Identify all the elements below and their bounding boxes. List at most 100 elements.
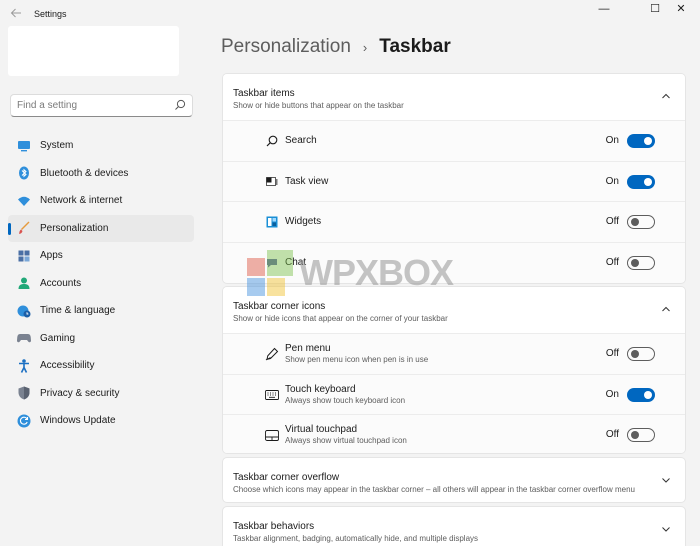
bluetooth-icon bbox=[17, 166, 31, 180]
sidebar-item-gaming[interactable]: Gaming bbox=[8, 325, 194, 353]
corner-overflow-section[interactable]: Taskbar corner overflow Choose which ico… bbox=[222, 457, 686, 503]
sidebar-item-label: System bbox=[40, 140, 74, 152]
sidebar-item-windows-update[interactable]: Windows Update bbox=[8, 407, 194, 435]
touchpad-icon bbox=[265, 428, 279, 442]
sidebar-item-personalization[interactable]: Personalization bbox=[8, 214, 194, 242]
chevron-up-icon[interactable] bbox=[661, 304, 671, 314]
sidebar-item-system[interactable]: System bbox=[8, 132, 194, 160]
toggle-knob bbox=[631, 350, 639, 358]
toggle-knob bbox=[631, 431, 639, 439]
sidebar-item-bluetooth[interactable]: Bluetooth & devices bbox=[8, 160, 194, 188]
sidebar-item-label: Gaming bbox=[40, 332, 76, 344]
section-description: Choose which icons may appear in the tas… bbox=[233, 485, 635, 494]
setting-row-chat: Chat Off bbox=[223, 241, 685, 282]
toggle-state: On bbox=[605, 175, 619, 187]
setting-description: Show pen menu icon when pen is in use bbox=[285, 355, 429, 364]
gamepad-icon bbox=[17, 331, 31, 345]
toggle-state: Off bbox=[605, 429, 619, 440]
sidebar-item-label: Personalization bbox=[40, 222, 109, 234]
sidebar-item-label: Time & language bbox=[40, 305, 116, 317]
sidebar-item-network[interactable]: Network & internet bbox=[8, 187, 194, 215]
chevron-down-icon[interactable] bbox=[661, 475, 671, 485]
chevron-down-icon[interactable] bbox=[661, 524, 671, 534]
section-description: Show or hide icons that appear on the co… bbox=[233, 314, 448, 323]
touch-keyboard-toggle[interactable] bbox=[627, 387, 655, 402]
breadcrumb-separator: › bbox=[362, 39, 368, 55]
accessibility-icon bbox=[17, 358, 31, 373]
toggle-state: Off bbox=[605, 216, 619, 227]
section-title: Taskbar corner overflow bbox=[233, 472, 340, 483]
setting-description: Always show touch keyboard icon bbox=[285, 395, 406, 405]
section-title: Taskbar items bbox=[233, 88, 295, 99]
setting-row-task-view: Task view On bbox=[223, 160, 685, 201]
sidebar-item-accounts[interactable]: Accounts bbox=[8, 270, 194, 298]
sidebar-item-label: Accessibility bbox=[40, 360, 95, 372]
user-profile-card[interactable] bbox=[8, 26, 179, 76]
chat-toggle[interactable] bbox=[627, 255, 655, 270]
setting-label: Chat bbox=[285, 256, 307, 268]
setting-label: Search bbox=[285, 135, 317, 146]
breadcrumb-parent[interactable]: Personalization bbox=[221, 36, 351, 58]
sidebar-item-label: Privacy & security bbox=[40, 387, 120, 399]
toggle-knob bbox=[631, 218, 639, 226]
minimize-button[interactable]: — bbox=[591, 2, 617, 16]
pen-menu-toggle[interactable] bbox=[627, 347, 655, 361]
apps-icon bbox=[17, 249, 31, 263]
taskbar-items-header[interactable]: Taskbar items Show or hide buttons that … bbox=[223, 74, 685, 120]
setting-row-touch-keyboard: Touch keyboard Always show touch keyboar… bbox=[223, 373, 685, 414]
brush-icon bbox=[17, 221, 31, 235]
sidebar-item-label: Windows Update bbox=[40, 415, 116, 427]
setting-label: Widgets bbox=[285, 216, 322, 227]
setting-row-widgets: Widgets Off bbox=[223, 201, 685, 242]
page-title: Taskbar bbox=[379, 36, 451, 57]
setting-row-virtual-touchpad: Virtual touchpad Always show virtual tou… bbox=[223, 414, 685, 453]
sidebar-item-privacy-security[interactable]: Privacy & security bbox=[8, 380, 194, 408]
setting-label: Pen menu bbox=[285, 343, 331, 354]
setting-label: Task view bbox=[285, 175, 329, 187]
sidebar-nav: System Bluetooth & devices Network & int… bbox=[8, 132, 194, 435]
keyboard-icon bbox=[265, 388, 279, 402]
section-title: Taskbar behaviors bbox=[233, 521, 315, 532]
virtual-touchpad-toggle[interactable] bbox=[627, 428, 655, 442]
shield-icon bbox=[17, 386, 31, 400]
toggle-knob bbox=[644, 390, 652, 399]
maximize-button[interactable]: ☐ bbox=[642, 2, 668, 16]
globe-clock-icon bbox=[17, 304, 31, 318]
setting-row-search: Search On bbox=[223, 120, 685, 161]
toggle-knob bbox=[644, 177, 652, 186]
search-icon[interactable] bbox=[174, 99, 186, 111]
toggle-state: Off bbox=[605, 256, 619, 268]
search-box[interactable] bbox=[10, 94, 193, 117]
corner-icons-header[interactable]: Taskbar corner icons Show or hide icons … bbox=[223, 287, 685, 333]
sidebar-item-label: Bluetooth & devices bbox=[40, 167, 129, 179]
section-title: Taskbar corner icons bbox=[233, 301, 326, 312]
chat-icon bbox=[265, 256, 279, 270]
setting-label: Touch keyboard bbox=[285, 383, 356, 395]
breadcrumb: Personalization › Taskbar bbox=[221, 36, 451, 58]
system-icon bbox=[17, 139, 31, 153]
section-description: Taskbar alignment, badging, automaticall… bbox=[233, 534, 479, 543]
search-input[interactable] bbox=[17, 98, 167, 113]
corner-icons-section: Taskbar corner icons Show or hide icons … bbox=[222, 286, 686, 454]
widgets-toggle[interactable] bbox=[627, 215, 655, 229]
search-icon bbox=[265, 134, 279, 148]
task-view-icon bbox=[265, 175, 279, 189]
pen-icon bbox=[265, 347, 279, 361]
toggle-knob bbox=[631, 258, 639, 267]
sidebar-item-apps[interactable]: Apps bbox=[8, 242, 194, 270]
update-icon bbox=[17, 414, 31, 428]
task-view-toggle[interactable] bbox=[627, 174, 655, 189]
sidebar-item-time-language[interactable]: Time & language bbox=[8, 297, 194, 325]
search-toggle[interactable] bbox=[627, 134, 655, 148]
close-button[interactable]: ✕ bbox=[668, 2, 694, 16]
toggle-state: Off bbox=[605, 348, 619, 359]
toggle-state: On bbox=[605, 135, 619, 146]
taskbar-items-section: Taskbar items Show or hide buttons that … bbox=[222, 73, 686, 284]
sidebar-item-label: Accounts bbox=[40, 277, 82, 289]
sidebar-item-accessibility[interactable]: Accessibility bbox=[8, 352, 194, 380]
section-description: Show or hide buttons that appear on the … bbox=[233, 101, 404, 110]
back-button[interactable] bbox=[8, 7, 24, 23]
taskbar-behaviors-section[interactable]: Taskbar behaviors Taskbar alignment, bad… bbox=[222, 506, 686, 546]
chevron-up-icon[interactable] bbox=[661, 91, 671, 101]
setting-description: Always show virtual touchpad icon bbox=[285, 436, 407, 445]
